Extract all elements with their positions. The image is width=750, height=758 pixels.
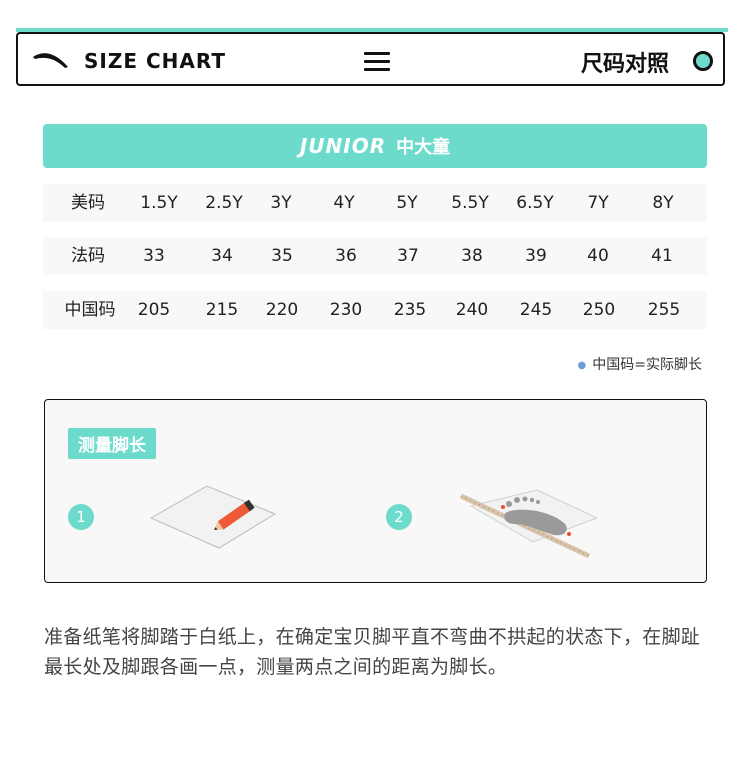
banner-en-label: JUNIOR [299,134,387,158]
table-cell: 235 [393,300,427,320]
step-number-badge: 1 [68,504,94,530]
table-cell: 36 [335,246,357,266]
row-label: 中国码 [64,300,116,320]
banner-zh-label: 中大童 [396,137,451,158]
table-cell: 40 [587,246,609,266]
table-cell: 37 [397,246,419,266]
table-cell: 215 [205,300,239,320]
table-cell: 1.5Y [140,193,178,213]
bullet-icon: ● [577,359,587,371]
table-cell: 7Y [587,193,609,213]
table-cell: 8Y [652,193,674,213]
table-cell: 220 [265,300,299,320]
table-cell: 240 [455,300,489,320]
size-note: ● 中国码=实际脚长 [578,354,702,374]
size-compare-label[interactable]: 尺码对照 [581,46,669,78]
table-cell: 230 [329,300,363,320]
table-cell: 35 [271,246,293,266]
measure-description: 准备纸笔将脚踏于白纸上，在确定宝贝脚平直不弯曲不拱起的状态下，在脚趾最长处及脚跟… [44,626,701,678]
table-row: 中国码 205 215 220 230 235 240 245 250 255 [43,291,707,329]
measure-tag: 测量脚长 [68,428,156,459]
page-title: SIZE CHART [84,49,227,73]
table-cell: 38 [461,246,483,266]
table-row: 美码 1.5Y 2.5Y 3Y 4Y 5Y 5.5Y 6.5Y 7Y 8Y [43,184,707,222]
table-cell: 5.5Y [451,193,489,213]
table-cell: 5Y [396,193,418,213]
table-cell: 255 [647,300,681,320]
table-cell: 34 [211,246,233,266]
table-cell: 39 [525,246,547,266]
size-note-text: 中国码=实际脚长 [592,357,702,373]
measure-guide-panel: 测量脚长 1 2 [44,399,707,583]
circle-toggle-icon[interactable] [693,51,713,71]
anta-logo-icon[interactable] [32,49,70,71]
table-cell: 245 [519,300,553,320]
table-cell: 33 [143,246,165,266]
table-row: 法码 33 34 35 36 37 38 39 40 41 [43,237,707,275]
row-label: 法码 [71,246,105,266]
step-number-badge: 2 [386,504,412,530]
hamburger-menu-icon[interactable] [364,52,390,74]
paper-pencil-icon [149,485,277,549]
page-header: SIZE CHART 尺码对照 [16,32,725,86]
table-cell: 2.5Y [205,193,243,213]
table-cell: 6.5Y [516,193,554,213]
table-cell: 41 [651,246,673,266]
table-cell: 4Y [333,193,355,213]
table-cell: 250 [582,300,616,320]
table-cell: 3Y [270,193,292,213]
foot-ruler-icon [459,489,597,559]
row-label: 美码 [71,193,105,213]
table-cell: 205 [137,300,171,320]
category-banner: JUNIOR 中大童 [43,124,707,168]
